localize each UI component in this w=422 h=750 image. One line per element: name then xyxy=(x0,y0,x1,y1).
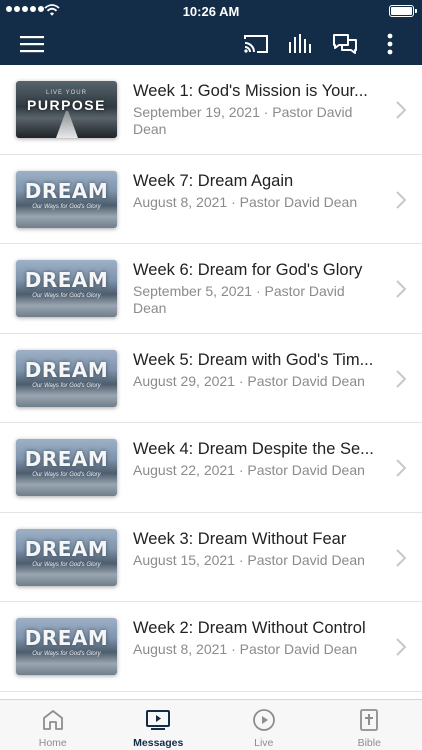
message-row[interactable]: DREAM Our Ways for God's Glory Week 3: D… xyxy=(0,512,422,602)
message-title: Week 3: Dream Without Fear xyxy=(133,529,347,548)
message-thumbnail: DREAM Our Ways for God's Glory xyxy=(16,618,117,675)
message-title: Week 6: Dream for God's Glory xyxy=(133,261,363,279)
menu-icon[interactable] xyxy=(18,30,46,58)
message-title: Week 4: Dream Despite the Se... xyxy=(133,440,374,458)
message-meta: August 8, 2021 · Pastor David Dean xyxy=(133,193,358,210)
tab-live-label: Live xyxy=(254,737,274,749)
tab-messages-label: Messages xyxy=(133,737,184,749)
message-title: Week 5: Dream with God's Tim... xyxy=(133,350,374,369)
tab-bible-label: Bible xyxy=(357,737,381,749)
tab-messages[interactable]: Messages xyxy=(106,700,212,750)
equalizer-icon[interactable] xyxy=(286,30,314,58)
home-icon xyxy=(42,710,63,730)
chevron-right-icon xyxy=(396,459,406,477)
message-row[interactable]: DREAM Our Ways for God's Glory Week 7: D… xyxy=(0,154,422,244)
message-thumbnail: DREAM Our Ways for God's Glory xyxy=(16,170,117,228)
message-meta: August 15, 2021 · Pastor David Dean xyxy=(133,551,365,568)
message-thumbnail: DREAM Our Ways for God's Glory xyxy=(16,439,117,496)
message-row[interactable]: DREAM Our Ways for God's Glory Week 2: D… xyxy=(0,602,422,692)
status-time: 10:26 AM xyxy=(182,4,240,19)
message-meta: September 5, 2021 · Pastor David Dean xyxy=(133,283,345,316)
message-title: Week 1: God's Mission is Your... xyxy=(133,82,368,100)
message-row[interactable]: DREAM Our Ways for God's Glory Week 5: D… xyxy=(0,333,422,423)
messages-list: LIVE YOUR PURPOSE Week 1: God's Mission … xyxy=(0,65,422,692)
chevron-right-icon xyxy=(396,190,406,209)
message-title: Week 7: Dream Again xyxy=(133,171,294,190)
message-thumbnail: LIVE YOUR PURPOSE xyxy=(16,81,117,138)
chevron-right-icon xyxy=(396,369,406,388)
message-row[interactable]: DREAM Our Ways for God's Glory Week 6: D… xyxy=(0,244,422,334)
tab-bible[interactable]: Bible xyxy=(317,700,422,750)
battery-icon xyxy=(389,5,417,17)
chat-icon[interactable] xyxy=(331,30,359,58)
tab-live[interactable]: Live xyxy=(211,700,317,750)
tab-home-label: Home xyxy=(38,737,67,749)
status-bar: 10:26 AM xyxy=(0,0,422,22)
chevron-right-icon xyxy=(396,638,406,656)
more-icon[interactable] xyxy=(376,30,404,58)
live-icon xyxy=(252,709,275,731)
navigation-bar xyxy=(0,22,422,65)
message-thumbnail: DREAM Our Ways for God's Glory xyxy=(16,260,117,317)
message-row[interactable]: LIVE YOUR PURPOSE Week 1: God's Mission … xyxy=(0,65,422,155)
message-meta: August 22, 2021 · Pastor David Dean xyxy=(133,462,365,478)
tab-bar: Home Messages Live Bible xyxy=(0,699,422,750)
message-row[interactable]: DREAM Our Ways for God's Glory Week 4: D… xyxy=(0,423,422,513)
message-meta: August 29, 2021 · Pastor David Dean xyxy=(133,372,365,389)
tab-home[interactable]: Home xyxy=(0,700,106,750)
message-thumbnail: DREAM Our Ways for God's Glory xyxy=(16,528,117,586)
chevron-right-icon xyxy=(396,101,406,119)
message-meta: August 8, 2021 · Pastor David Dean xyxy=(133,641,358,657)
messages-icon xyxy=(146,710,171,730)
chevron-right-icon xyxy=(396,548,406,567)
message-title: Week 2: Dream Without Control xyxy=(133,619,366,637)
chevron-right-icon xyxy=(396,280,406,298)
message-thumbnail: DREAM Our Ways for God's Glory xyxy=(16,349,117,407)
cast-icon[interactable] xyxy=(242,30,270,58)
bible-icon xyxy=(360,709,379,731)
message-meta: September 19, 2021 · Pastor David Dean xyxy=(133,104,353,137)
